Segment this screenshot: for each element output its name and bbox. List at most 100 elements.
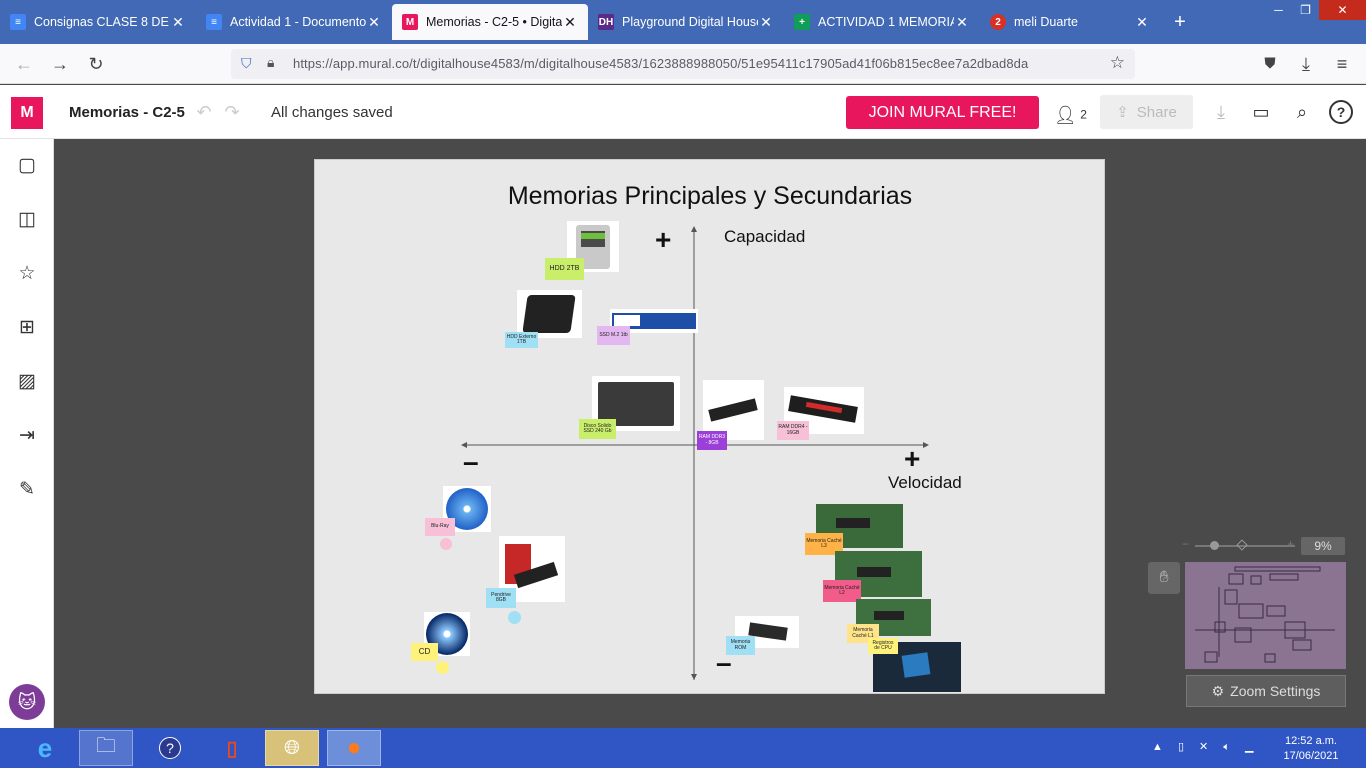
- tab-memorias[interactable]: M Memorias - C2-5 • Digital H ✕: [392, 4, 588, 40]
- tab-label: Memorias - C2-5 • Digital H: [426, 15, 562, 29]
- browser-tab-bar: ≡ Consignas CLASE 8 DE INT ✕ ≡ Actividad…: [0, 0, 1366, 44]
- hand-tool-icon[interactable]: ✋︎: [1148, 562, 1180, 594]
- mural-board[interactable]: Memorias Principales y Secundarias Capac…: [314, 159, 1105, 694]
- sticky-ssd[interactable]: Disco Solido SSD 240 Gb: [579, 419, 616, 439]
- close-icon[interactable]: ✕: [954, 14, 970, 31]
- zoom-slider[interactable]: − +: [1182, 537, 1295, 551]
- import-icon[interactable]: ⇥: [15, 424, 39, 448]
- user-icon: 👤︎: [1054, 105, 1077, 125]
- sticky-ram-ddr3[interactable]: RAM DDR3 - 8GB: [697, 431, 727, 450]
- file-explorer-icon[interactable]: 🗀︎: [79, 730, 133, 766]
- docs-icon: ≡: [206, 14, 222, 30]
- sticky-ram-ddr4[interactable]: RAM DDR4 - 16GB: [777, 421, 809, 440]
- shapes-icon[interactable]: ◫: [15, 208, 39, 232]
- minimap[interactable]: [1185, 562, 1346, 669]
- help-icon[interactable]: ?: [1329, 100, 1353, 124]
- meet-icon: 2: [990, 14, 1006, 30]
- downloads-icon[interactable]: ⤓: [1294, 52, 1318, 76]
- address-bar[interactable]: ⛉ 🔒︎ https://app.mural.co/t/digitalhouse…: [231, 49, 1135, 79]
- reload-icon[interactable]: ↻: [84, 52, 108, 76]
- mural-icon: M: [402, 14, 418, 30]
- sticky-cpu-registers[interactable]: Registros de CPU: [868, 638, 898, 654]
- sticky-bluray[interactable]: Blu-Ray: [425, 518, 455, 536]
- sticky-dot-pink[interactable]: [440, 538, 452, 550]
- sticky-hdd-2tb[interactable]: HDD 2TB: [545, 258, 584, 280]
- close-icon[interactable]: ✕: [562, 14, 578, 31]
- undo-icon[interactable]: ↶: [192, 100, 216, 124]
- firefox-icon[interactable]: ●: [327, 730, 381, 766]
- comments-icon[interactable]: ▭: [1249, 100, 1273, 124]
- upload-icon: ⇪: [1116, 104, 1129, 121]
- close-icon[interactable]: ✕: [1134, 14, 1150, 31]
- image-icon[interactable]: ▨: [15, 370, 39, 394]
- zoom-in-icon[interactable]: +: [1287, 537, 1294, 551]
- network-app-icon[interactable]: 🌐︎: [265, 730, 319, 766]
- help-app-icon[interactable]: ?: [143, 730, 197, 766]
- dh-icon: DH: [598, 14, 614, 30]
- frameworks-grid-icon[interactable]: ⊞: [15, 316, 39, 340]
- back-icon[interactable]: ←: [12, 52, 36, 76]
- restore-icon[interactable]: ❐: [1292, 0, 1319, 20]
- clock[interactable]: 12:52 a.m. 17/06/2021: [1278, 734, 1344, 764]
- plus-speed[interactable]: +: [904, 443, 920, 475]
- tab-label: Actividad 1 - Documentos: [230, 15, 366, 29]
- sticky-dot-blue[interactable]: [508, 611, 521, 624]
- close-icon[interactable]: ✕: [366, 14, 382, 31]
- close-icon[interactable]: ✕: [758, 14, 774, 31]
- sticky-hdd-externo[interactable]: HDD Externo 1TB: [505, 332, 538, 348]
- search-icon[interactable]: ⌕: [1290, 100, 1314, 124]
- office-icon[interactable]: ▯: [205, 730, 259, 766]
- bookmark-star-icon[interactable]: ☆: [1110, 53, 1125, 73]
- window-close-icon[interactable]: ✕: [1319, 0, 1366, 20]
- external-hdd-image[interactable]: [517, 290, 582, 338]
- x-axis-label[interactable]: Velocidad: [888, 473, 962, 493]
- minus-speed[interactable]: –: [463, 446, 479, 478]
- mural-logo-icon[interactable]: M: [11, 97, 43, 129]
- tab-label: ACTIVIDAD 1 MEMORIA G: [818, 15, 954, 29]
- share-button[interactable]: ⇪ Share: [1100, 95, 1193, 129]
- zoom-handle[interactable]: [1210, 541, 1219, 550]
- redo-icon[interactable]: ↷: [220, 100, 244, 124]
- lock-icon[interactable]: 🔒︎: [267, 54, 274, 71]
- zoom-settings-label: Zoom Settings: [1230, 683, 1321, 699]
- tab-playground[interactable]: DH Playground Digital House ✕: [588, 0, 784, 44]
- url-text[interactable]: https://app.mural.co/t/digitalhouse4583/…: [293, 56, 1028, 71]
- sticky-note-icon[interactable]: ▢: [15, 154, 39, 178]
- zoom-out-icon[interactable]: −: [1182, 537, 1189, 551]
- collaborators-button[interactable]: 👤︎ 2: [1054, 105, 1087, 126]
- window-controls: ─ ❐ ✕: [1265, 0, 1366, 20]
- mural-title[interactable]: Memorias - C2-5: [69, 104, 185, 121]
- sticky-cd[interactable]: CD: [411, 643, 438, 661]
- clock-date: 17/06/2021: [1283, 750, 1339, 762]
- zoom-settings-button[interactable]: ⚙ Zoom Settings: [1186, 675, 1346, 707]
- join-mural-button[interactable]: JOIN MURAL FREE!: [846, 96, 1039, 129]
- minimize-icon[interactable]: ─: [1265, 0, 1292, 20]
- ie-icon[interactable]: e: [18, 730, 72, 766]
- pencil-icon[interactable]: ✎: [15, 478, 39, 502]
- close-icon[interactable]: ✕: [170, 14, 186, 31]
- sticky-rom[interactable]: Memoria ROM: [726, 636, 755, 655]
- windows-taskbar: e 🗀︎ ? ▯ 🌐︎ ● ▲ ▯ ✕ 🔈︎ ▁ 12:52 a.m. 17/0…: [0, 728, 1366, 768]
- y-axis-label[interactable]: Capacidad: [724, 227, 805, 247]
- zoom-percent[interactable]: 9%: [1301, 537, 1345, 555]
- tab-actividad-memoria[interactable]: + ACTIVIDAD 1 MEMORIA G ✕: [784, 0, 980, 44]
- plus-capacity[interactable]: +: [655, 224, 671, 256]
- export-icon[interactable]: ⤓: [1209, 100, 1233, 124]
- templates-star-icon[interactable]: ☆: [15, 262, 39, 286]
- tab-actividad[interactable]: ≡ Actividad 1 - Documentos ✕: [196, 0, 392, 44]
- new-tab-button[interactable]: +: [1160, 0, 1200, 44]
- gear-icon: ⚙: [1211, 682, 1225, 699]
- tab-label: Consignas CLASE 8 DE INT: [34, 15, 170, 29]
- sticky-pendrive[interactable]: Pendrive 8GB: [486, 588, 516, 608]
- avatar[interactable]: 🐱︎: [9, 684, 45, 720]
- shield-icon[interactable]: ⛉: [241, 55, 252, 72]
- tab-meli[interactable]: 2 meli Duarte ✕: [980, 0, 1160, 44]
- sticky-dot-yellow[interactable]: [436, 661, 449, 674]
- sticky-ssd-m2[interactable]: SSD M.2 1tb: [597, 326, 630, 345]
- menu-icon[interactable]: ≡: [1330, 52, 1354, 76]
- tab-consignas[interactable]: ≡ Consignas CLASE 8 DE INT ✕: [0, 0, 196, 44]
- forward-icon[interactable]: →: [48, 52, 72, 76]
- system-tray[interactable]: ▲ ▯ ✕ 🔈︎ ▁: [1152, 740, 1259, 754]
- left-toolbar: ▢ ◫ ☆ ⊞ ▨ ⇥ ✎ 🐱︎: [0, 139, 54, 728]
- pocket-icon[interactable]: ⛊: [1258, 52, 1282, 76]
